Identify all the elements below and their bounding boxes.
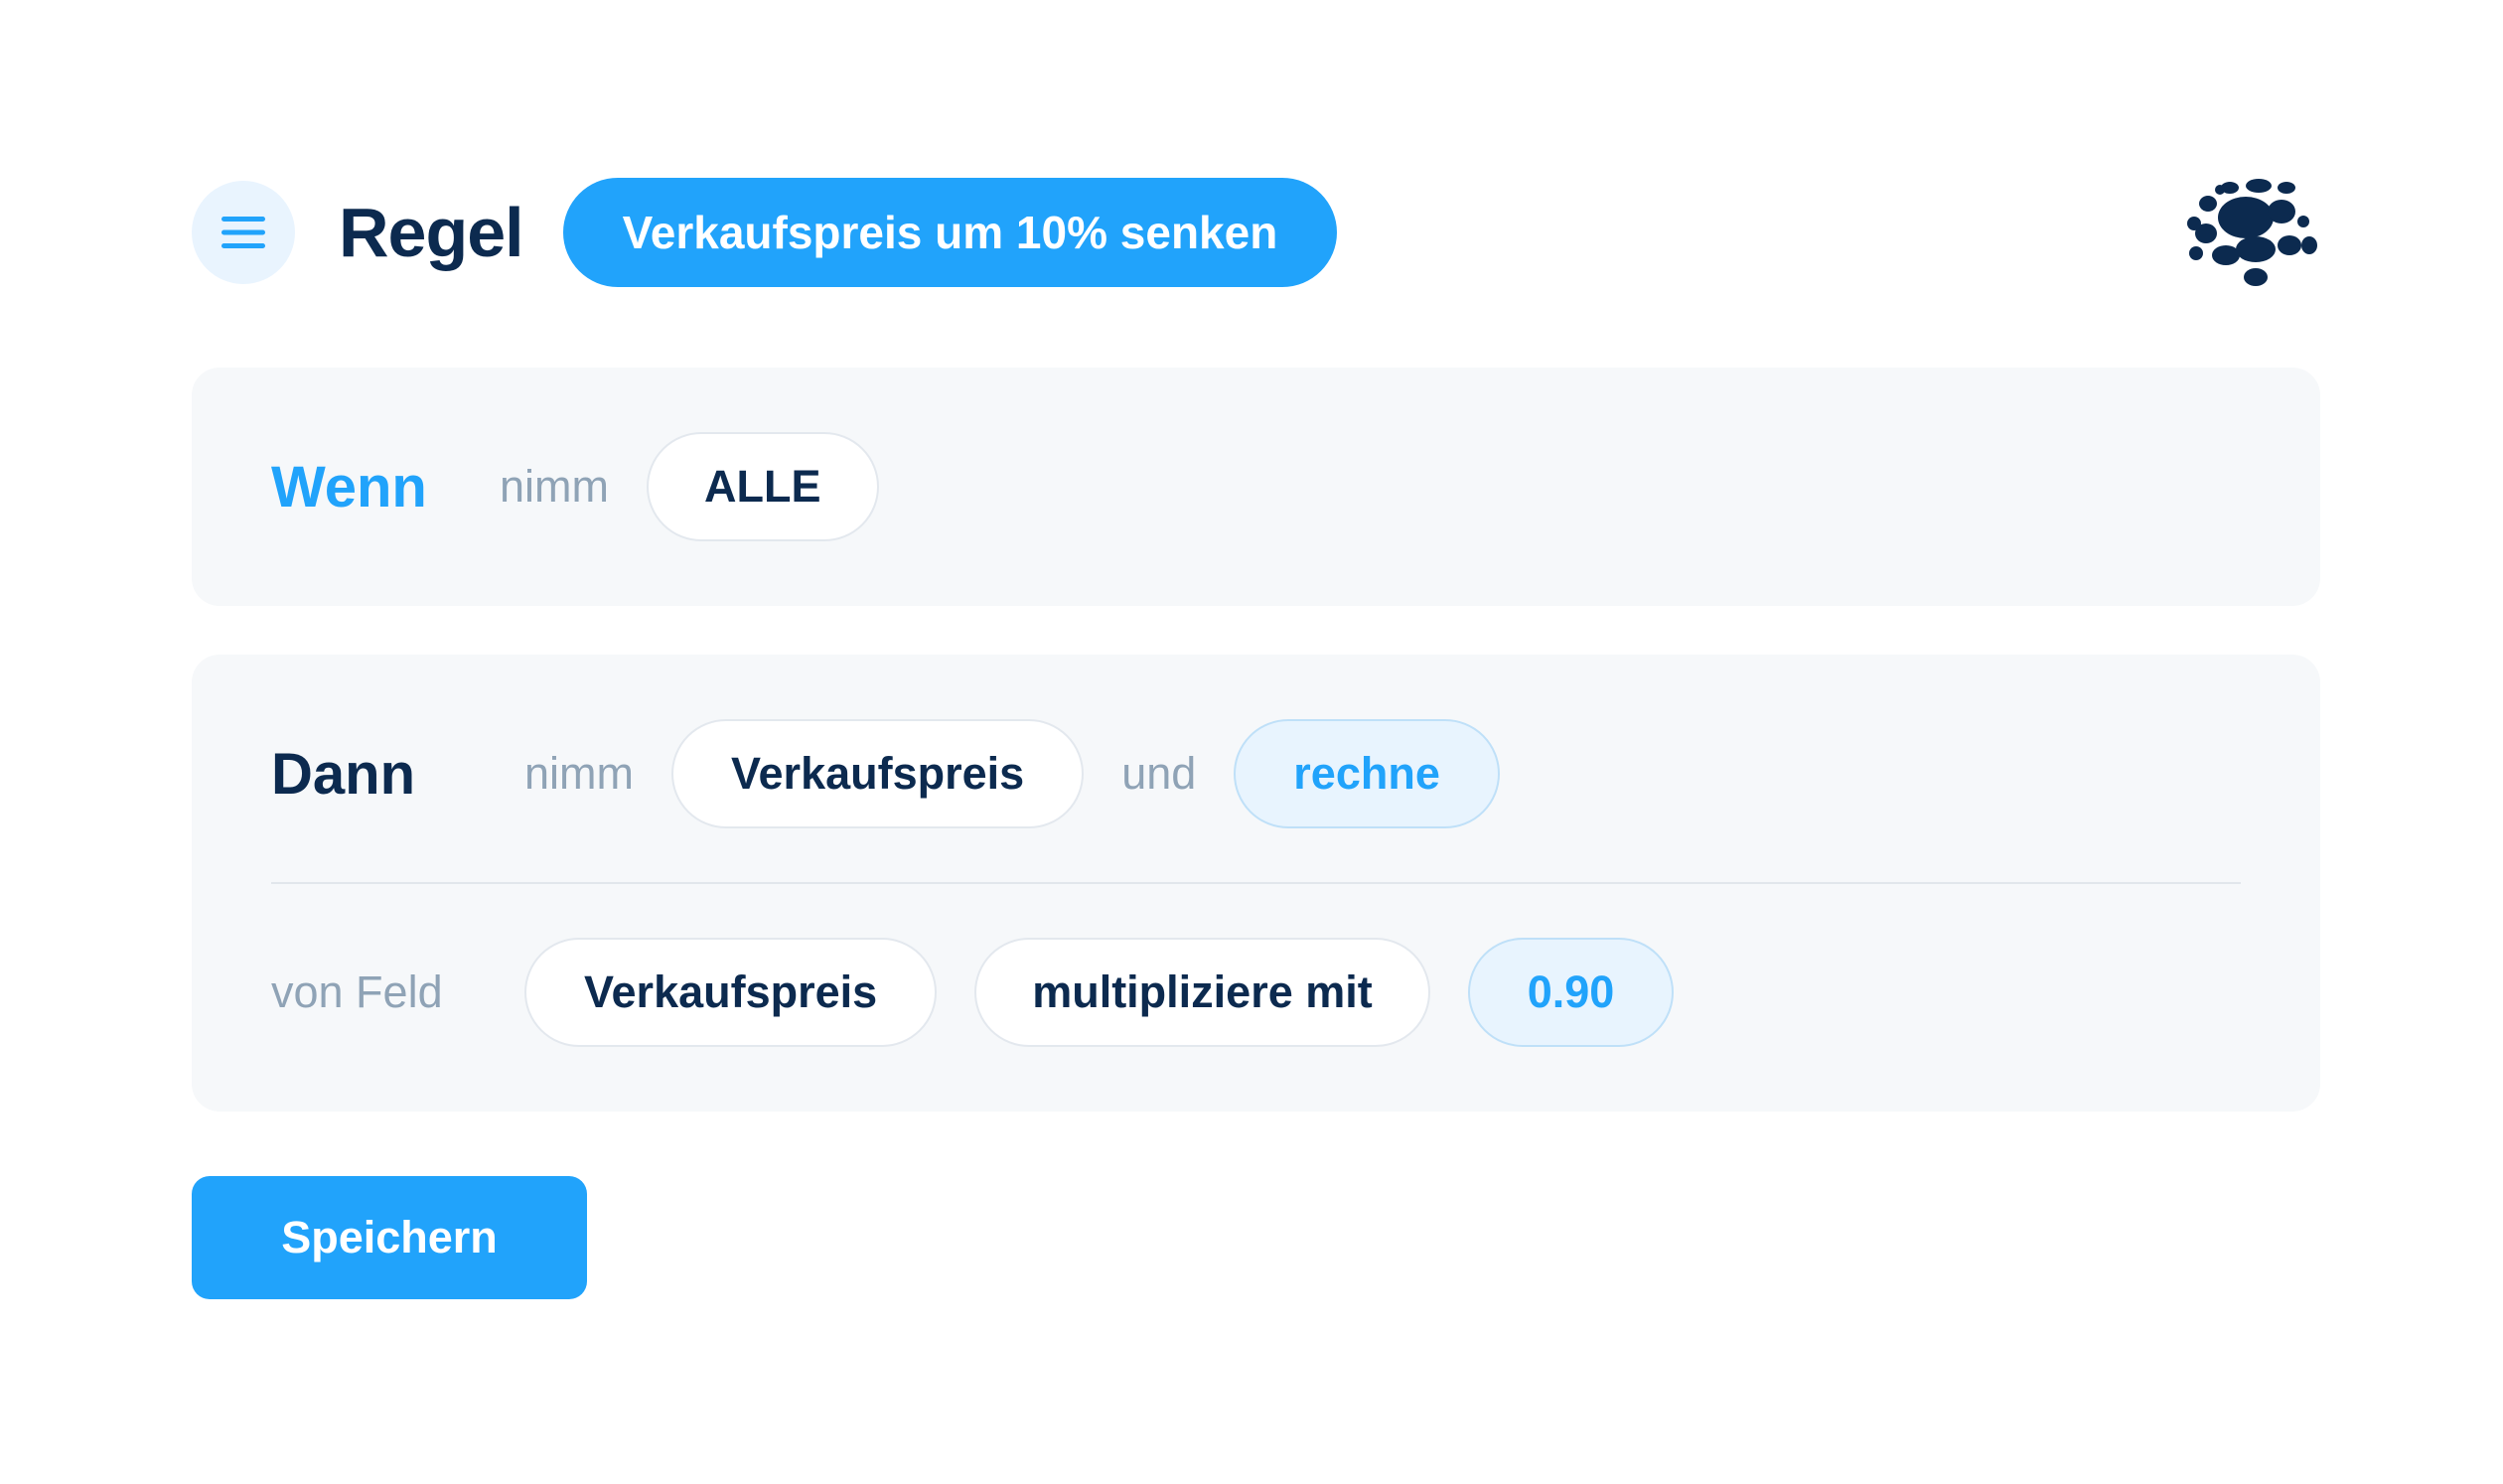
page-title: Regel	[339, 194, 524, 271]
calculation-row: von Feld Verkaufspreis multipliziere mit…	[271, 937, 1675, 1048]
dotted-globe-logo	[2187, 179, 2317, 286]
action-card: Dann nimm Verkaufspreis und rechne von F…	[192, 655, 2320, 1112]
action-take-label: nimm	[524, 748, 634, 799]
source-field-selector[interactable]: Verkaufspreis	[524, 938, 938, 1047]
target-field-selector[interactable]: Verkaufspreis	[671, 719, 1085, 828]
condition-take-label: nimm	[500, 461, 609, 512]
hamburger-icon	[221, 217, 265, 248]
rule-name-badge[interactable]: Verkaufspreis um 10% senken	[562, 178, 1338, 287]
operand-input[interactable]: 0.90	[1467, 938, 1675, 1047]
operator-selector[interactable]: multipliziere mit	[974, 938, 1430, 1047]
condition-keyword: Wenn	[271, 454, 427, 519]
and-label: und	[1121, 748, 1197, 799]
action-divider	[271, 882, 2241, 884]
header: Regel Verkaufspreis um 10% senken	[192, 178, 2317, 287]
rule-editor-page: Regel Verkaufspreis um 10% senken Wenn n…	[0, 0, 2503, 1484]
from-field-label: von Feld	[271, 966, 443, 1017]
save-button[interactable]: Speichern	[192, 1176, 587, 1299]
menu-button[interactable]	[192, 181, 295, 284]
action-row: Dann nimm Verkaufspreis und rechne	[271, 718, 1500, 829]
operation-mode-selector[interactable]: rechne	[1234, 719, 1500, 828]
condition-row: Wenn nimm ALLE	[271, 431, 879, 542]
scope-selector[interactable]: ALLE	[647, 432, 879, 541]
action-keyword: Dann	[271, 741, 415, 807]
condition-card: Wenn nimm ALLE	[192, 368, 2320, 606]
